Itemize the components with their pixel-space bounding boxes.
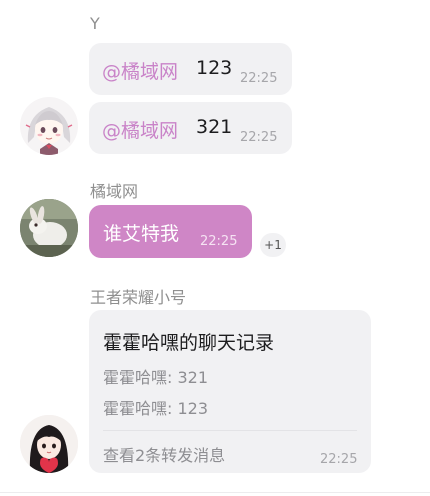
message-bubble[interactable]: @橘域网 123 22:25 bbox=[89, 43, 292, 95]
girl-with-heart-avatar-icon bbox=[20, 415, 78, 473]
message-text: 123 bbox=[196, 57, 233, 79]
message-text: 谁艾特我 bbox=[103, 223, 180, 245]
sender-name: 橘域网 bbox=[90, 182, 139, 201]
message-time: 22:25 bbox=[320, 452, 358, 467]
message-time: 22:25 bbox=[200, 234, 238, 249]
user-avatar[interactable] bbox=[20, 97, 78, 155]
reaction-count: +1 bbox=[264, 238, 282, 252]
view-forwarded-link[interactable]: 查看2条转发消息 bbox=[103, 442, 225, 466]
message-time: 22:25 bbox=[240, 71, 278, 86]
forward-line: 霍霍哈嘿: 321 bbox=[103, 368, 209, 387]
message-time: 22:25 bbox=[240, 130, 278, 145]
reaction-plus-one-button[interactable]: +1 bbox=[260, 233, 286, 257]
sender-name: 王者荣耀小号 bbox=[90, 288, 187, 307]
forward-title: 霍霍哈嘿的聊天记录 bbox=[103, 332, 275, 354]
message-bubble[interactable]: @橘域网 321 22:25 bbox=[89, 102, 292, 154]
card-divider bbox=[103, 430, 357, 431]
forwarded-chat-card[interactable]: 霍霍哈嘿的聊天记录 霍霍哈嘿: 321 霍霍哈嘿: 123 查看2条转发消息 2… bbox=[89, 310, 371, 473]
message-bubble-self[interactable]: 谁艾特我 22:25 bbox=[89, 205, 252, 258]
list-divider bbox=[0, 492, 430, 493]
forward-line: 霍霍哈嘿: 123 bbox=[103, 399, 209, 418]
mention-link[interactable]: @橘域网 bbox=[102, 57, 178, 84]
rabbit-photo-avatar-icon bbox=[20, 199, 78, 257]
user-avatar[interactable] bbox=[20, 199, 78, 257]
mention-link[interactable]: @橘域网 bbox=[102, 116, 178, 143]
anime-girl-avatar-icon bbox=[25, 107, 73, 155]
message-text: 321 bbox=[196, 116, 233, 138]
user-avatar[interactable] bbox=[20, 415, 78, 473]
sender-name: Y bbox=[90, 14, 100, 33]
